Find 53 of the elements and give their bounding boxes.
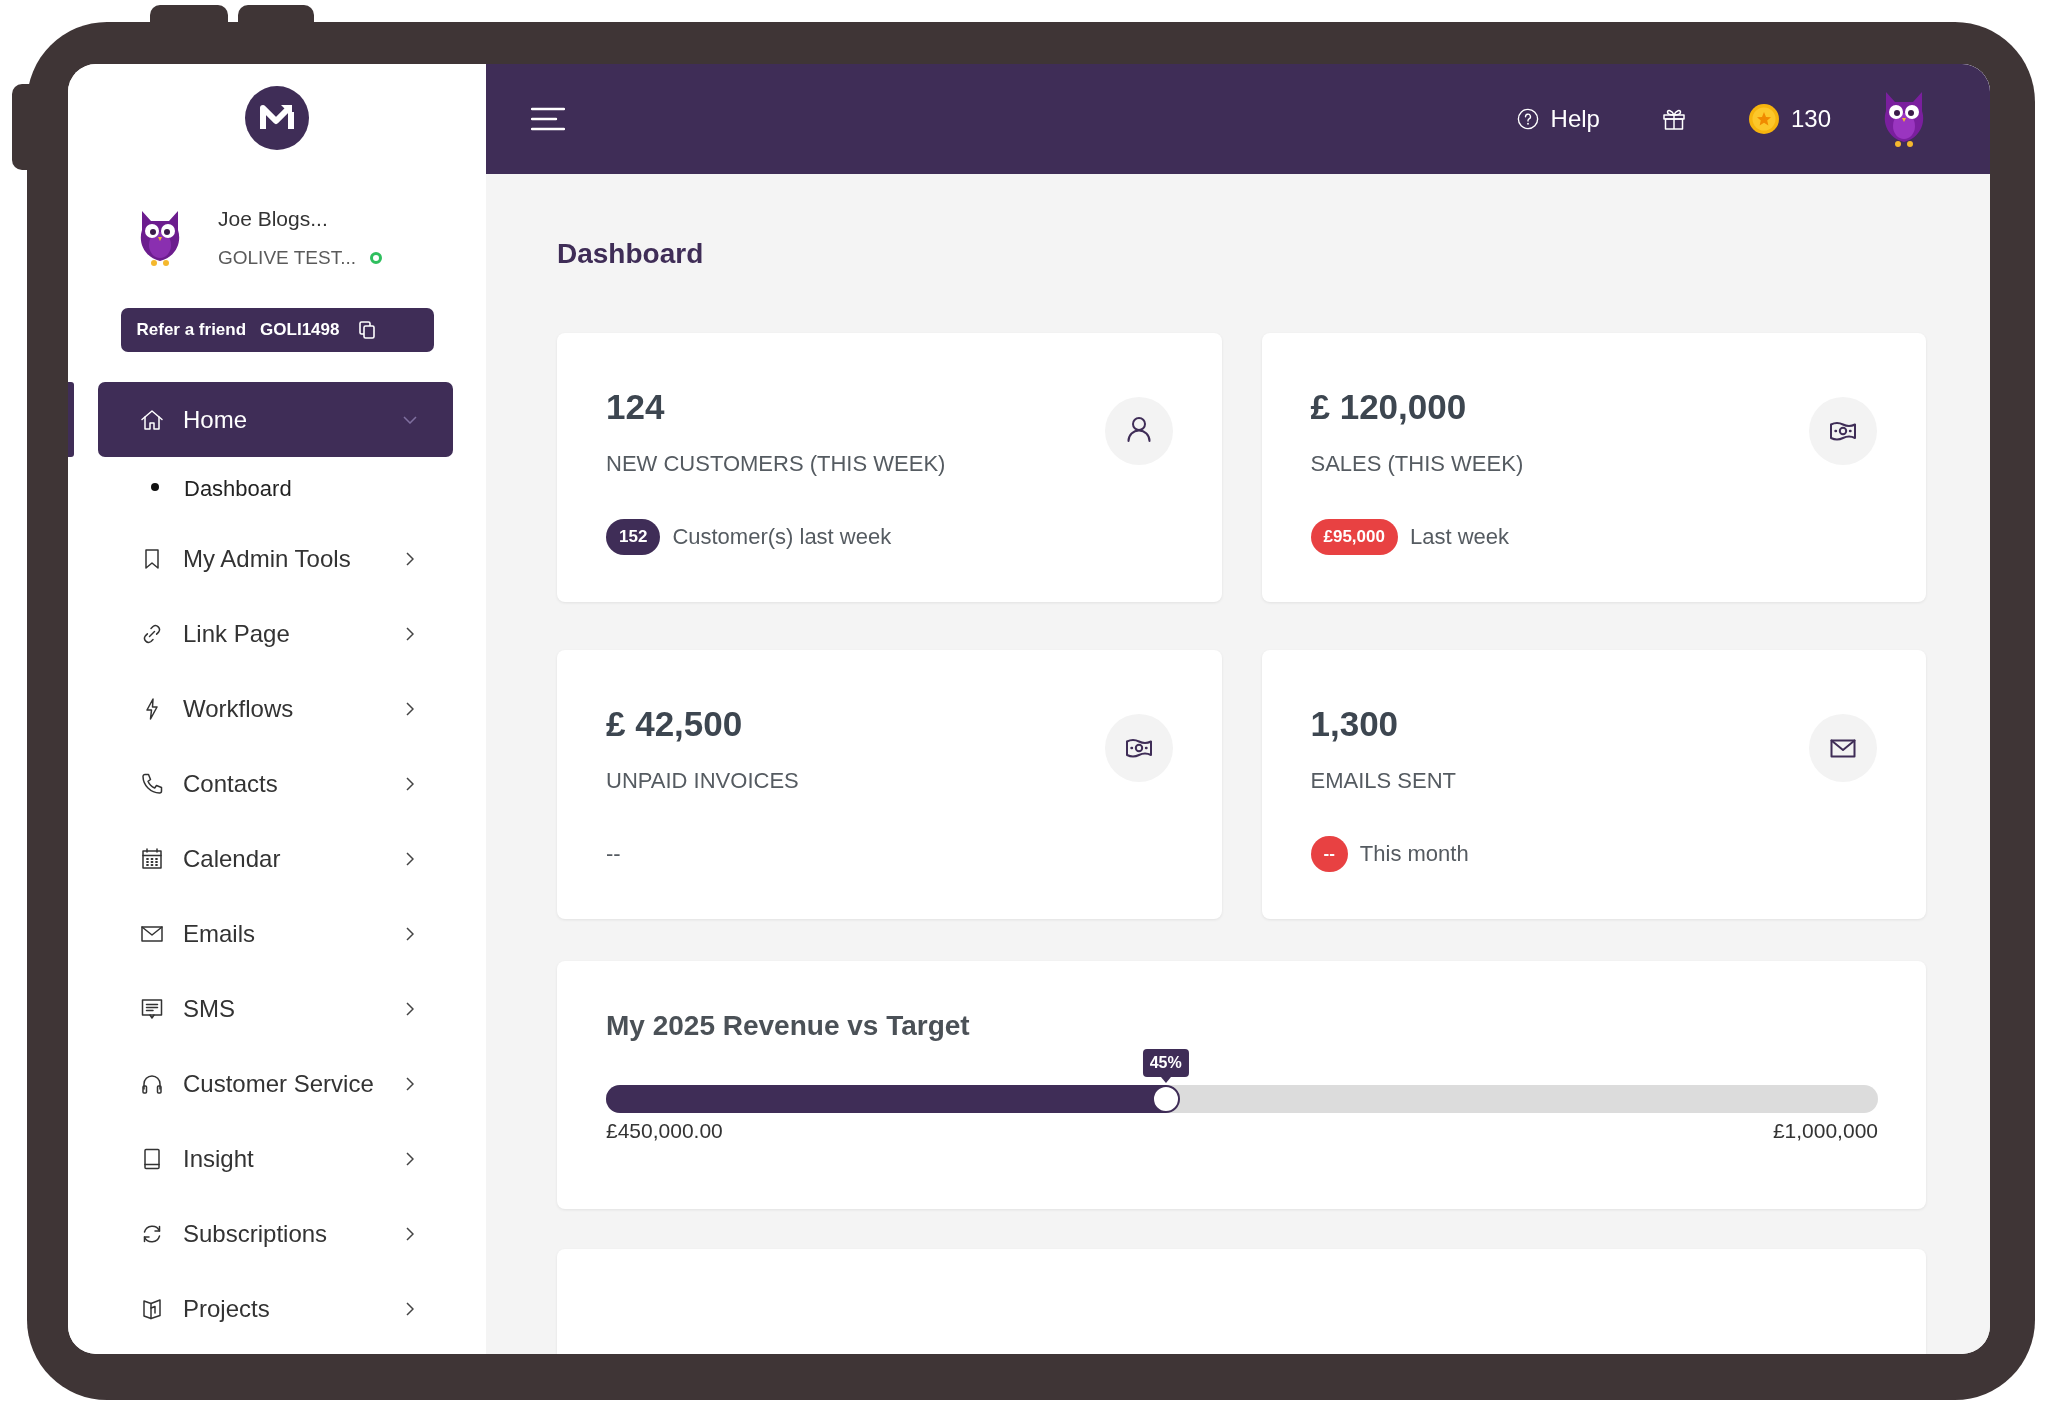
stat-value: 1,300 [1310,704,1399,744]
map-icon [140,1296,164,1321]
envelope-icon [1809,714,1877,782]
range-start-label: £450,000.00 [606,1119,723,1143]
stat-note: Customer(s) last week [672,524,892,550]
stat-value: £ 120,000 [1310,387,1467,427]
coin-count: 130 [1790,105,1831,133]
nav-item[interactable]: My Admin Tools [98,521,453,596]
stat-note: -- [606,841,621,867]
stat-note: This month [1359,841,1469,867]
nav-item[interactable]: Home [98,382,453,457]
nav-item[interactable]: Customer Service [98,1046,453,1121]
user-name: Joe Blogs... [218,206,328,232]
company-name: GOLIVE TEST... [218,246,356,270]
nav-item[interactable]: Insight [98,1121,453,1196]
range-end-label: £1,000,000 [1772,1119,1878,1143]
nav-item[interactable]: SMS [98,971,453,1046]
count-badge: 152 [606,519,661,555]
stat-label: EMAILS SENT [1310,768,1456,794]
nav-item[interactable]: Subscriptions [98,1196,453,1271]
count-badge: £95,000 [1310,519,1398,555]
message-icon [140,996,164,1021]
logo-icon[interactable] [245,86,309,150]
person-icon [1104,397,1173,465]
help-link[interactable]: Help [1516,105,1600,133]
nav-item[interactable]: Workflows [98,671,453,746]
count-badge: -- [1310,836,1348,872]
refer-friend-button[interactable]: Refer a friend GOLI1498 [120,308,434,352]
nav-subitem[interactable]: Dashboard [98,457,453,521]
phone-icon [140,771,164,796]
value-tooltip: 45% [1142,1049,1189,1083]
stat-label: NEW CUSTOMERS (THIS WEEK) [606,451,946,477]
nav-item[interactable]: Calendar [98,821,453,896]
page-title: Dashboard [557,237,704,271]
gift-icon[interactable] [1661,107,1686,131]
stat-value: 124 [606,387,665,427]
stat-value: £ 42,500 [606,704,743,744]
nav-item[interactable]: Contacts [98,746,453,821]
nav-item[interactable]: Link Page [98,596,453,671]
banknote-icon [1809,397,1877,465]
nav-item[interactable]: Projects [98,1271,453,1346]
copy-icon[interactable] [359,321,376,339]
home-icon [140,407,164,432]
stat-label: SALES (THIS WEEK) [1310,451,1524,477]
nav-item[interactable]: Emails [98,896,453,971]
stat-note: Last week [1409,524,1509,550]
coin-icon [1748,104,1779,134]
stat-label: UNPAID INVOICES [606,768,799,794]
help-icon [1516,108,1539,130]
card-title: My 2025 Revenue vs Target [606,1009,970,1043]
banknote-icon [1104,714,1173,782]
calendar-icon [140,846,164,871]
menu-icon[interactable] [531,107,565,131]
